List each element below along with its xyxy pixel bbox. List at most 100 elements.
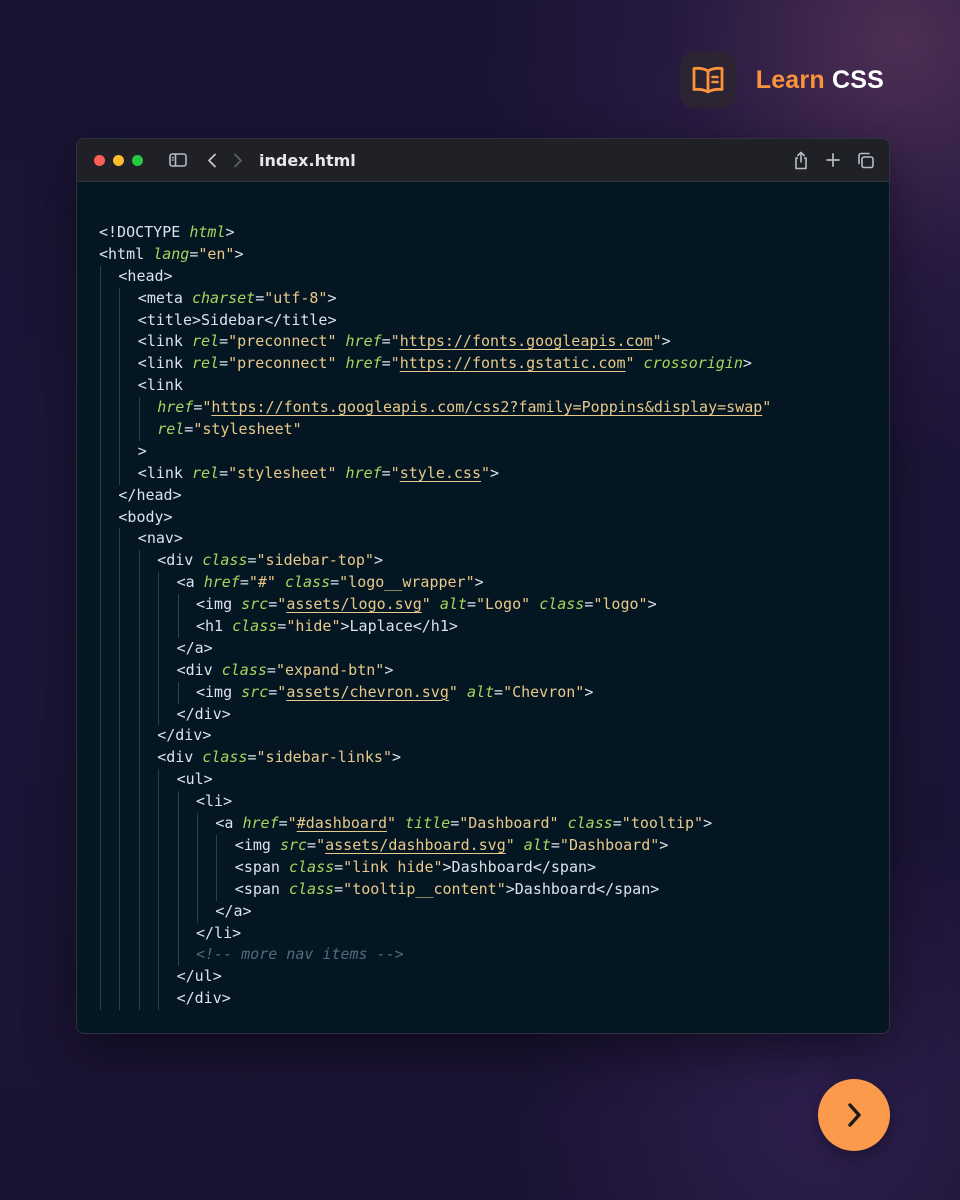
indent-guide bbox=[119, 375, 121, 398]
code-token: = bbox=[381, 463, 391, 482]
code-token: Dashboard bbox=[451, 857, 533, 876]
code-token: <meta bbox=[137, 288, 192, 307]
indent-guide bbox=[100, 484, 101, 507]
indent-guide bbox=[138, 659, 140, 682]
code-line-content: <link rel="preconnect" href="https://fon… bbox=[138, 353, 752, 375]
titlebar-actions bbox=[793, 139, 875, 181]
code-token: "Dashboard" bbox=[459, 814, 568, 833]
code-token: = bbox=[334, 857, 344, 876]
indent-guide bbox=[119, 988, 121, 1011]
indent-guide bbox=[100, 856, 101, 879]
indent-guide bbox=[138, 550, 140, 573]
code-token: class bbox=[202, 551, 248, 570]
indent-guide bbox=[119, 528, 121, 551]
code-line: <div class="sidebar-links"> bbox=[99, 747, 879, 770]
code-token: rel bbox=[191, 332, 220, 351]
code-token: #dashboard bbox=[296, 814, 387, 833]
minimize-dot[interactable] bbox=[113, 154, 124, 166]
indent-guide bbox=[119, 791, 121, 814]
code-line: <h1 class="hide">Laplace</h1> bbox=[99, 616, 879, 638]
indent-guide bbox=[138, 769, 140, 792]
code-line-content: <link rel="stylesheet" href="style.css"> bbox=[138, 463, 499, 485]
copy-tabs-icon[interactable] bbox=[857, 152, 875, 169]
indent-guide bbox=[138, 966, 140, 989]
code-token: <head> bbox=[118, 266, 173, 285]
indent-guide bbox=[138, 813, 140, 835]
code-line: <link bbox=[99, 375, 879, 398]
code-token: <title> bbox=[137, 310, 202, 329]
code-token: = bbox=[219, 354, 229, 373]
code-line-content: <span class="tooltip__content">Dashboard… bbox=[235, 879, 659, 901]
code-line: <span class="tooltip__content">Dashboard… bbox=[99, 878, 879, 901]
code-line: </li> bbox=[99, 922, 879, 945]
code-token: "link hide" bbox=[343, 857, 443, 876]
indent-guide bbox=[119, 769, 121, 792]
code-token: = bbox=[307, 835, 317, 854]
code-token: </span> bbox=[596, 879, 660, 898]
code-line-content: <link bbox=[138, 375, 183, 397]
code-token: </div> bbox=[157, 726, 212, 745]
code-token: " bbox=[421, 595, 440, 614]
code-token: > bbox=[392, 748, 402, 767]
indent-guide bbox=[119, 659, 121, 682]
indent-guide bbox=[100, 419, 101, 441]
next-button[interactable] bbox=[818, 1079, 890, 1151]
code-token: </div> bbox=[176, 989, 231, 1008]
indent-guide bbox=[100, 922, 101, 945]
code-line: <a href="#dashboard" title="Dashboard" c… bbox=[99, 813, 879, 835]
code-token: https://fonts.gstatic.com bbox=[399, 354, 626, 373]
code-token: class bbox=[288, 879, 335, 898]
indent-guide bbox=[138, 397, 140, 420]
indent-guide bbox=[138, 616, 140, 638]
code-token: href bbox=[345, 354, 382, 373]
indent-guide bbox=[138, 419, 140, 441]
indent-guide bbox=[119, 287, 121, 310]
code-token: src bbox=[241, 682, 269, 701]
plus-icon[interactable] bbox=[825, 152, 841, 168]
indent-guide bbox=[177, 681, 179, 704]
code-line-content: </div> bbox=[157, 725, 211, 747]
indent-guide bbox=[158, 813, 160, 835]
brand-accent-word: Learn bbox=[755, 65, 825, 94]
code-line-content: <!-- more nav items --> bbox=[196, 944, 404, 966]
forward-chevron-icon[interactable] bbox=[233, 153, 243, 168]
code-token: = bbox=[247, 748, 257, 767]
code-line: <link rel="preconnect" href="https://fon… bbox=[99, 353, 879, 376]
code-line: > bbox=[99, 440, 879, 463]
indent-guide bbox=[138, 703, 140, 726]
code-token: href bbox=[203, 573, 240, 592]
code-line-content: <nav> bbox=[138, 528, 183, 550]
code-line: </a> bbox=[99, 637, 879, 660]
code-line: </ul> bbox=[99, 966, 879, 989]
code-token: src bbox=[279, 835, 308, 854]
indent-guide bbox=[177, 813, 179, 835]
code-line: <div class="sidebar-top"> bbox=[99, 550, 879, 573]
code-token: > bbox=[647, 595, 657, 614]
sidebar-toggle-icon[interactable] bbox=[169, 153, 187, 167]
indent-guide bbox=[119, 922, 121, 945]
code-token: <link bbox=[137, 332, 192, 351]
code-token: " bbox=[277, 682, 287, 701]
indent-guide bbox=[177, 922, 179, 945]
indent-guide bbox=[119, 419, 121, 441]
indent-guide bbox=[138, 856, 140, 879]
code-line-content: </a> bbox=[177, 638, 213, 660]
code-line: <link rel="preconnect" href="https://fon… bbox=[99, 331, 879, 354]
code-token: Laplace bbox=[349, 617, 413, 636]
indent-guide bbox=[100, 287, 101, 310]
indent-guide bbox=[100, 353, 101, 376]
back-chevron-icon[interactable] bbox=[207, 153, 217, 168]
share-icon[interactable] bbox=[793, 151, 809, 170]
code-line-content: <a href="#" class="logo__wrapper"> bbox=[177, 572, 484, 594]
indent-guide bbox=[138, 572, 140, 595]
indent-guide bbox=[119, 637, 121, 660]
zoom-dot[interactable] bbox=[132, 154, 143, 166]
code-token: class bbox=[232, 617, 278, 636]
code-line-content: <body> bbox=[118, 507, 172, 529]
code-token: href bbox=[242, 814, 279, 833]
code-token: <a bbox=[176, 573, 204, 592]
close-dot[interactable] bbox=[94, 154, 105, 166]
indent-guide bbox=[100, 681, 101, 704]
indent-guide bbox=[100, 616, 101, 638]
indent-guide bbox=[138, 681, 140, 704]
